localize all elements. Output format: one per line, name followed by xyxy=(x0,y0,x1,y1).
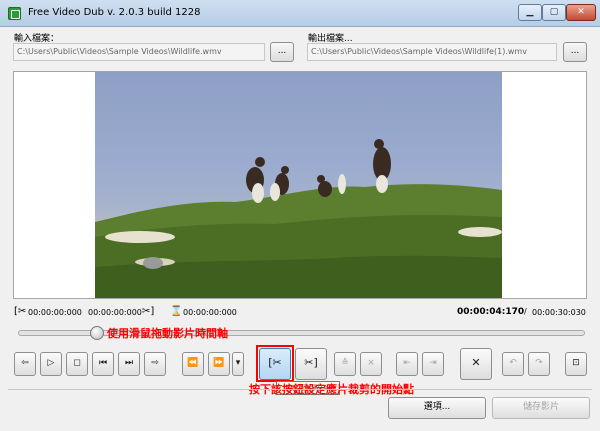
time-separator: / xyxy=(524,307,527,316)
jump-end-button[interactable]: ⇥ xyxy=(422,352,444,376)
footer-divider xyxy=(8,389,592,390)
undo-button[interactable]: ↶ xyxy=(502,352,524,376)
video-preview[interactable] xyxy=(95,72,502,298)
output-browse-button[interactable]: ... xyxy=(563,42,587,62)
keyframe-dropdown-button[interactable]: ▾ xyxy=(232,352,244,376)
jump-start-button[interactable]: ⇤ xyxy=(396,352,418,376)
video-frame-image xyxy=(95,139,502,298)
timeline-slider-thumb[interactable] xyxy=(89,326,104,340)
go-end-button[interactable]: ⏭ xyxy=(118,352,140,376)
selection-start-time: 00:00:00:000 xyxy=(28,308,82,317)
maximize-button[interactable]: ▢ xyxy=(542,4,566,21)
delete-button[interactable]: ✕ xyxy=(460,348,492,380)
mark-b-button[interactable]: ⨯ xyxy=(360,352,382,376)
set-end-button[interactable]: ✂] xyxy=(295,348,327,380)
prev-keyframe-button[interactable]: ⏪ xyxy=(182,352,204,376)
cut-point-icon: ⌛ xyxy=(170,306,183,317)
stop-button[interactable]: ◻ xyxy=(66,352,88,376)
fullscreen-button[interactable]: ⊡ xyxy=(565,352,587,376)
slider-hint-annotation: 使用滑鼠拖動影片時間軸 xyxy=(107,327,228,340)
current-time: 00:00:04:170 xyxy=(457,307,525,317)
selection-start-icon: [✂ xyxy=(14,306,27,317)
minimize-button[interactable]: ▁ xyxy=(518,4,542,21)
next-keyframe-button[interactable]: ⏩ xyxy=(208,352,230,376)
mark-a-button[interactable]: ≙ xyxy=(334,352,356,376)
options-button[interactable]: 選項... xyxy=(388,397,486,419)
input-file-path[interactable]: C:\Users\Public\Videos\Sample Videos\Wil… xyxy=(13,43,265,61)
input-browse-button[interactable]: ... xyxy=(270,42,294,62)
selection-end-time: 00:00:00:000 xyxy=(88,308,142,317)
play-button[interactable]: ▷ xyxy=(40,352,62,376)
cut-point-time: 00:00:00:000 xyxy=(183,308,237,317)
selection-end-icon: ✂] xyxy=(142,306,155,317)
window-title: Free Video Dub v. 2.0.3 build 1228 xyxy=(28,7,201,18)
go-start-button[interactable]: ⏮ xyxy=(92,352,114,376)
prev-frame-button[interactable]: ⇦ xyxy=(14,352,36,376)
save-video-button[interactable]: 儲存影片 xyxy=(492,397,590,419)
set-start-highlight xyxy=(256,345,294,382)
title-bar: Free Video Dub v. 2.0.3 build 1228 ▁ ▢ ✕ xyxy=(0,0,600,27)
output-file-path[interactable]: C:\Users\Public\Videos\Sample Videos\Wil… xyxy=(307,43,557,61)
app-icon xyxy=(8,7,21,20)
close-button[interactable]: ✕ xyxy=(566,4,596,21)
next-frame-button[interactable]: ⇨ xyxy=(144,352,166,376)
redo-button[interactable]: ↷ xyxy=(528,352,550,376)
total-time: 00:00:30:030 xyxy=(532,308,586,317)
